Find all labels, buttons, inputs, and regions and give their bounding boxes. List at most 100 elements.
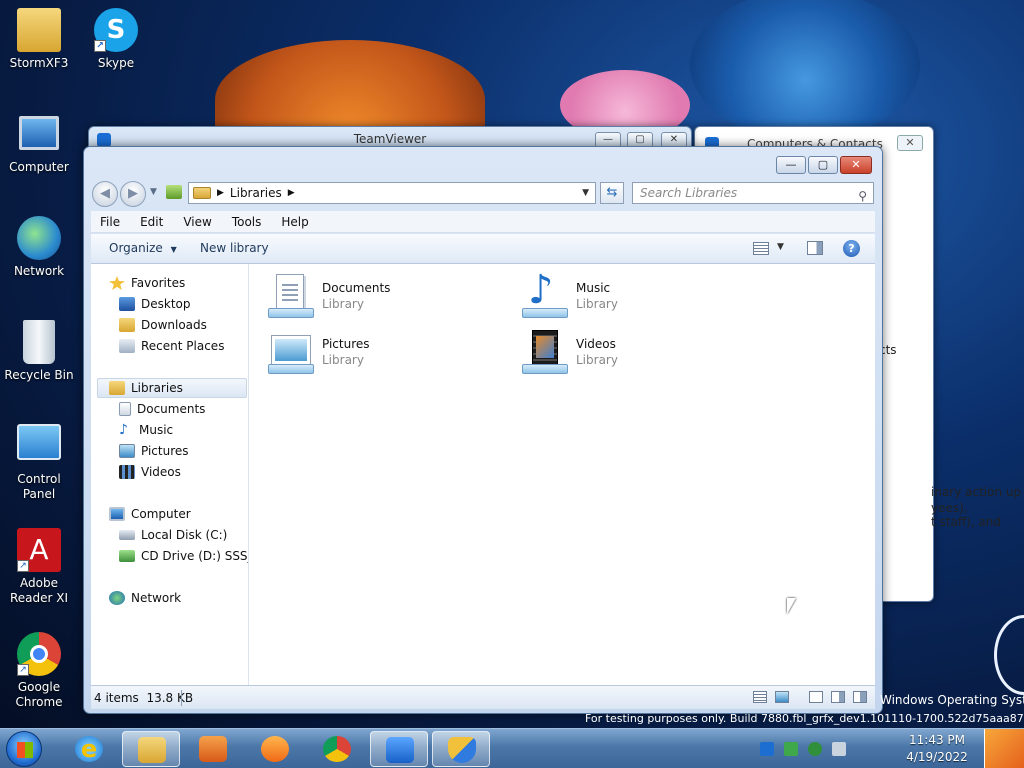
security-tray-icon[interactable]: [808, 742, 822, 756]
desktop-icon-skype[interactable]: S ↗ Skype: [77, 8, 155, 71]
wallpaper-planet: [690, 0, 920, 140]
thumbnails-view-icon[interactable]: [775, 691, 789, 703]
teamviewer-tray-icon[interactable]: [760, 742, 774, 756]
clock[interactable]: 11:43 PM 4/19/2022: [902, 732, 972, 766]
taskbar-ie[interactable]: e: [60, 731, 118, 767]
documents-icon: [119, 402, 131, 416]
breadcrumb[interactable]: Libraries: [230, 186, 282, 200]
command-bar: Organize ▼ New library ▼ ?: [91, 234, 875, 264]
desktop-icon-chrome[interactable]: ↗ Google Chrome: [0, 632, 78, 710]
control-panel-icon: [17, 424, 61, 460]
preview-layout-icon[interactable]: [831, 691, 845, 703]
menu-help[interactable]: Help: [271, 215, 318, 229]
taskbar-explorer[interactable]: [122, 731, 180, 767]
chrome-icon: ↗: [17, 632, 61, 676]
chevron-down-icon[interactable]: ▼: [777, 242, 784, 252]
maximize-button[interactable]: ▢: [808, 156, 838, 174]
computer-icon: [19, 116, 59, 150]
preview-pane-icon[interactable]: [807, 241, 823, 255]
change-view-icon[interactable]: [753, 242, 769, 255]
chrome-icon: [323, 736, 351, 762]
libraries-icon: [109, 381, 125, 395]
explorer-body: Favorites Desktop Downloads Recent Place…: [91, 264, 875, 685]
nav-videos[interactable]: Videos: [119, 462, 181, 482]
desktop-icon-recycle-bin[interactable]: Recycle Bin: [0, 320, 78, 383]
close-button[interactable]: ✕: [897, 135, 923, 151]
address-dropdown-icon[interactable]: ▼: [582, 188, 589, 198]
library-type: Library: [322, 353, 364, 367]
taskbar-uc-browser[interactable]: [246, 731, 304, 767]
breadcrumb-arrow-icon[interactable]: ▶: [288, 188, 295, 198]
organize-button[interactable]: Organize ▼: [109, 241, 177, 255]
navigation-pane[interactable]: Favorites Desktop Downloads Recent Place…: [91, 264, 249, 685]
downloads-folder-icon: [119, 318, 135, 332]
volume-muted-icon[interactable]: [832, 742, 846, 756]
recent-pages-chevron-icon[interactable]: ▼: [150, 187, 157, 197]
menu-file[interactable]: File: [91, 215, 130, 229]
start-button[interactable]: [6, 731, 42, 767]
details-pane-icon[interactable]: [853, 691, 867, 703]
desktop-icon-adobe-reader[interactable]: A ↗ Adobe Reader XI: [0, 528, 78, 606]
breadcrumb-arrow-icon[interactable]: ▶: [217, 188, 224, 198]
teamviewer-icon: [386, 737, 414, 763]
clock-time: 11:43 PM: [909, 733, 965, 747]
back-button[interactable]: ◀: [92, 181, 118, 207]
taskbar-media-player[interactable]: [184, 731, 242, 767]
library-type: Library: [576, 353, 618, 367]
partial-text: t staff), and: [931, 515, 1001, 529]
search-input[interactable]: Search Libraries ⚲: [632, 182, 874, 204]
help-icon[interactable]: ?: [843, 240, 860, 257]
nav-recent-places[interactable]: Recent Places: [119, 336, 224, 356]
address-bar[interactable]: ▶ Libraries ▶ ▼: [188, 182, 596, 204]
desktop-icon-control-panel[interactable]: Control Panel: [0, 424, 78, 502]
menu-tools[interactable]: Tools: [222, 215, 272, 229]
nav-cd-drive[interactable]: CD Drive (D:) SSS_X6: [119, 546, 248, 566]
minimize-button[interactable]: —: [776, 156, 806, 174]
network-tray-icon[interactable]: [784, 742, 798, 756]
nav-favorites[interactable]: Favorites: [109, 273, 185, 293]
nav-desktop[interactable]: Desktop: [119, 294, 191, 314]
new-library-button[interactable]: New library: [200, 241, 269, 255]
internet-explorer-icon: e: [75, 736, 103, 762]
taskbar: e 11:43 PM 4/19/2022: [0, 728, 1024, 768]
nav-downloads[interactable]: Downloads: [119, 315, 207, 335]
os-watermark: Windows Operating System: [880, 693, 1024, 707]
layout-icon[interactable]: [809, 691, 823, 703]
menu-edit[interactable]: Edit: [130, 215, 173, 229]
nav-label: Desktop: [141, 297, 191, 311]
nav-network[interactable]: Network: [109, 588, 181, 608]
up-folder-icon[interactable]: [166, 185, 182, 199]
nav-music[interactable]: ♪ Music: [119, 420, 173, 440]
explorer-window[interactable]: — ▢ ✕ ◀ ▶ ▼ ▶ Libraries ▶ ▼ ⇆ Search Lib…: [83, 146, 883, 714]
library-item-documents[interactable]: Documents Library: [268, 274, 508, 326]
desktop-icon-network[interactable]: Network: [0, 216, 78, 279]
taskbar-chrome[interactable]: [308, 731, 366, 767]
nav-pictures[interactable]: Pictures: [119, 441, 189, 461]
nav-libraries[interactable]: Libraries: [97, 378, 247, 398]
nav-documents[interactable]: Documents: [119, 399, 205, 419]
taskbar-teamviewer[interactable]: [370, 731, 428, 767]
chevron-down-icon: ▼: [170, 245, 177, 254]
library-item-videos[interactable]: Videos Library: [522, 330, 762, 382]
details-view-icon[interactable]: [753, 691, 767, 703]
library-item-music[interactable]: ♪ Music Library: [522, 270, 762, 326]
refresh-button[interactable]: ⇆: [600, 182, 624, 204]
taskbar-security[interactable]: [432, 731, 490, 767]
close-button[interactable]: ✕: [840, 156, 872, 174]
library-item-pictures[interactable]: Pictures Library: [268, 330, 508, 382]
computer-icon: [109, 507, 125, 521]
windows-logo-icon: [17, 742, 33, 758]
documents-library-icon: [268, 274, 314, 320]
nav-computer[interactable]: Computer: [109, 504, 191, 524]
menu-view[interactable]: View: [173, 215, 221, 229]
desktop-icon-computer[interactable]: Computer: [0, 112, 78, 175]
search-icon[interactable]: ⚲: [858, 186, 867, 206]
build-watermark: For testing purposes only. Build 7880.fb…: [585, 712, 1024, 725]
desktop-icon-stormxf3[interactable]: StormXF3: [0, 8, 78, 71]
nav-label: Pictures: [141, 444, 189, 458]
show-desktop-button[interactable]: [984, 729, 1024, 768]
library-name: Videos: [576, 337, 616, 351]
nav-local-disk[interactable]: Local Disk (C:): [119, 525, 227, 545]
mouse-cursor-icon: [787, 598, 796, 614]
forward-button[interactable]: ▶: [120, 181, 146, 207]
